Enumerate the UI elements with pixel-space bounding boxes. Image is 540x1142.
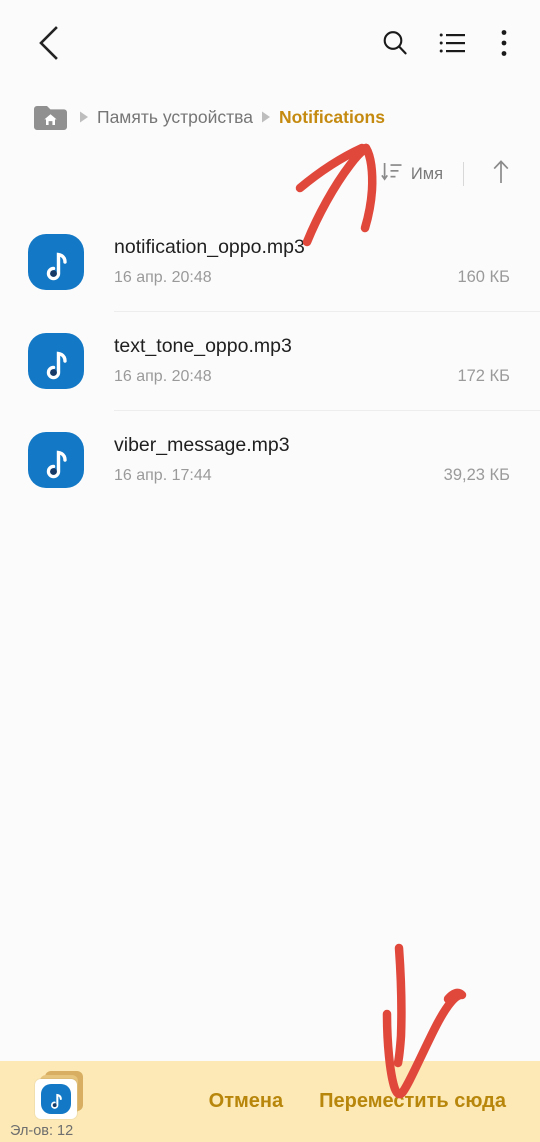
breadcrumb-item-notifications[interactable]: Notifications: [279, 107, 385, 128]
file-size: 172 КБ: [457, 367, 510, 385]
file-list-item[interactable]: viber_message.mp3 16 апр. 17:44 39,23 КБ: [0, 410, 540, 509]
back-button[interactable]: [22, 18, 76, 72]
file-date: 16 апр. 20:48: [114, 269, 212, 286]
file-info: notification_oppo.mp3 16 апр. 20:48 160 …: [114, 236, 540, 287]
cancel-button[interactable]: Отмена: [205, 1084, 287, 1119]
triangle-right-icon: [260, 110, 272, 124]
bottom-action-bar: Эл-ов: 12 Отмена Переместить сюда: [0, 1061, 540, 1142]
breadcrumb: Память устройства Notifications: [0, 88, 540, 146]
music-file-icon: [28, 332, 84, 389]
clipboard-stack-icon: [35, 1071, 87, 1119]
bottom-bar-actions: Отмена Переместить сюда: [140, 1084, 540, 1119]
file-date: 16 апр. 17:44: [114, 467, 212, 484]
overflow-menu-button[interactable]: [482, 16, 526, 74]
search-button[interactable]: [366, 16, 424, 74]
file-size: 39,23 КБ: [443, 466, 510, 484]
search-icon: [380, 28, 410, 63]
breadcrumb-separator: [253, 110, 279, 124]
sort-bar: Имя: [0, 146, 540, 202]
list-view-button[interactable]: [424, 16, 482, 74]
clipboard-indicator[interactable]: Эл-ов: 12: [0, 1061, 140, 1142]
chevron-left-icon: [35, 24, 63, 67]
file-list: notification_oppo.mp3 16 апр. 20:48 160 …: [0, 212, 540, 509]
file-size: 160 КБ: [457, 268, 510, 286]
app-bar: [0, 0, 540, 88]
file-list-item[interactable]: notification_oppo.mp3 16 апр. 20:48 160 …: [0, 212, 540, 311]
file-name: notification_oppo.mp3: [114, 236, 305, 258]
sort-direction-button[interactable]: [486, 157, 516, 191]
triangle-right-icon: [78, 110, 90, 124]
file-date: 16 апр. 20:48: [114, 368, 212, 385]
music-file-icon: [28, 233, 84, 290]
home-folder-icon: [34, 105, 67, 135]
sort-by-label: Имя: [410, 164, 443, 183]
app-bar-actions: [366, 16, 526, 74]
music-file-icon: [28, 431, 84, 488]
more-vertical-icon: [500, 28, 508, 63]
file-list-item[interactable]: text_tone_oppo.mp3 16 апр. 20:48 172 КБ: [0, 311, 540, 410]
breadcrumb-separator: [71, 110, 97, 124]
arrow-up-icon: [491, 159, 511, 190]
breadcrumb-home-button[interactable]: [34, 104, 67, 131]
sort-bar-divider: [463, 162, 464, 186]
file-info: viber_message.mp3 16 апр. 17:44 39,23 КБ: [114, 434, 540, 485]
breadcrumb-item-device-storage[interactable]: Память устройства: [97, 107, 253, 128]
file-name: viber_message.mp3: [114, 434, 290, 456]
clipboard-count-label: Эл-ов: 12: [10, 1123, 74, 1139]
file-name: text_tone_oppo.mp3: [114, 335, 292, 357]
list-view-icon: [439, 31, 467, 60]
file-info: text_tone_oppo.mp3 16 апр. 20:48 172 КБ: [114, 335, 540, 386]
sort-descending-icon: [381, 161, 402, 187]
move-here-button[interactable]: Переместить сюда: [315, 1084, 510, 1119]
sort-by-button[interactable]: Имя: [381, 161, 443, 187]
